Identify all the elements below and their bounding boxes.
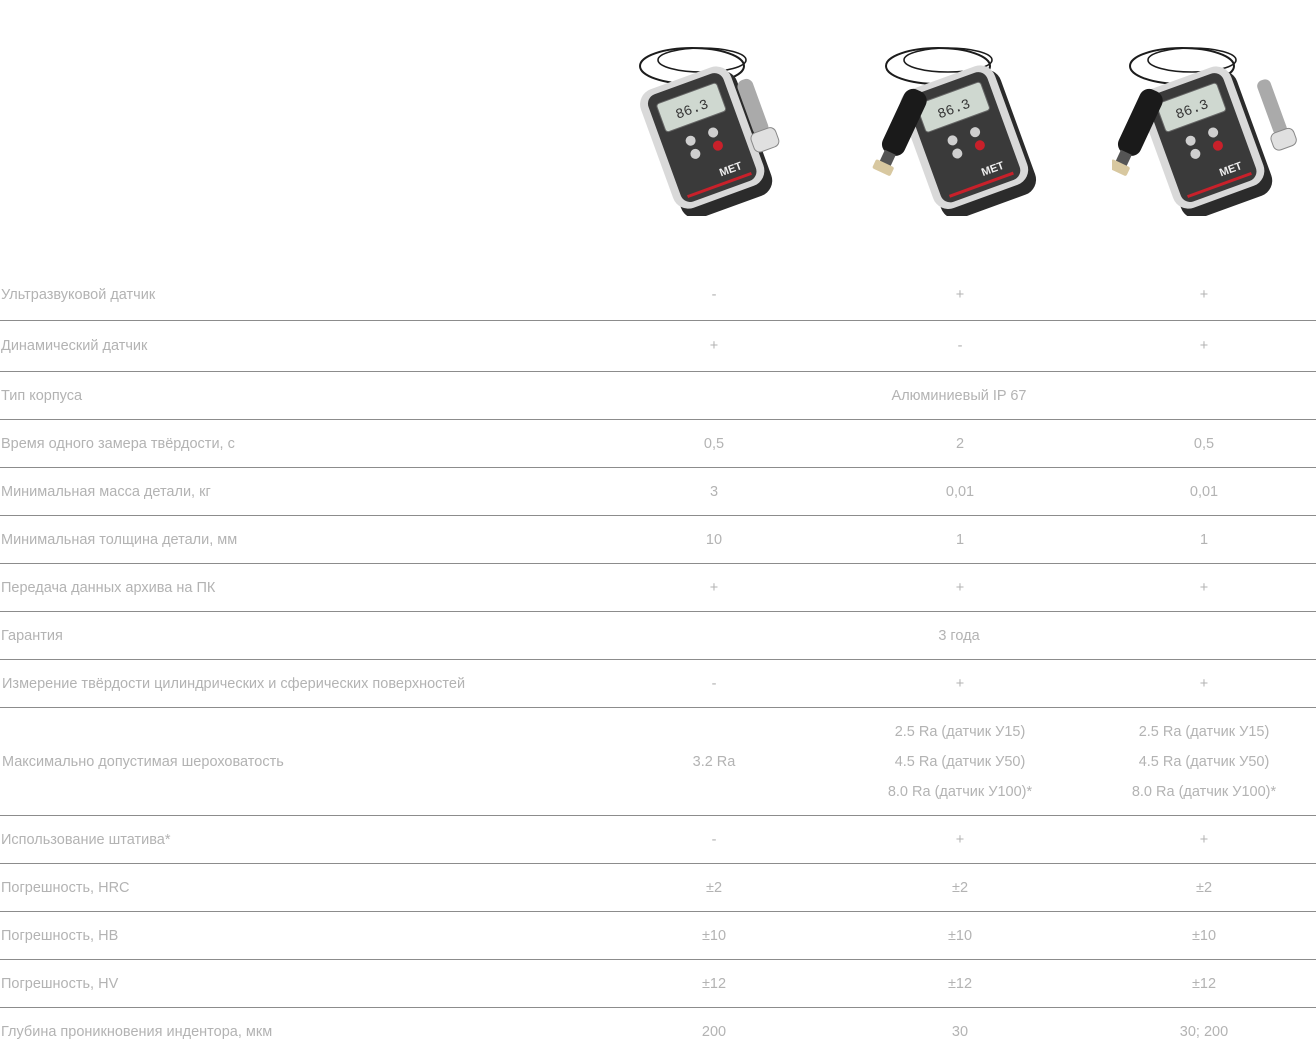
roughness-line: 4.5 Ra (датчик У50) — [894, 753, 1026, 770]
row-label: Глубина проникновения индентора, мкм — [1, 1024, 273, 1040]
row-label: Минимальная масса детали, кг — [1, 483, 211, 500]
row-label: Передача данных архива на ПК — [1, 579, 216, 596]
value-col-3: + — [1199, 338, 1209, 354]
row-label: Погрешность, HV — [1, 975, 119, 992]
hardness-tester-image-1: 86.3 MET — [622, 36, 812, 216]
value-col-3: 2.5 Ra (датчик У15) 4.5 Ra (датчик У50) … — [1084, 708, 1316, 815]
value-all-columns: Алюминиевый IP 67 — [891, 387, 1027, 404]
table-row-max-roughness: Максимально допустимая шероховатость 3.2… — [0, 708, 1316, 816]
table-row-housing-type: Тип корпуса Алюминиевый IP 67 — [0, 372, 1316, 420]
product-images: 86.3 MET 86.3 MET 86.3 MET — [0, 0, 1316, 270]
value-col-1: 3 — [709, 483, 719, 500]
row-label: Время одного замера твёрдости, с — [1, 435, 235, 452]
value-col-2: 0,01 — [945, 483, 975, 500]
value-col-3: + — [1199, 287, 1209, 303]
row-label: Максимально допустимая шероховатость — [2, 753, 284, 770]
value-col-3: ±10 — [1191, 927, 1217, 944]
row-label: Измерение твёрдости цилиндрических и сфе… — [2, 675, 466, 692]
table-row-min-mass: Минимальная масса детали, кг 3 0,01 0,01 — [0, 468, 1316, 516]
roughness-line: 8.0 Ra (датчик У100)* — [887, 783, 1033, 800]
table-row-error-hv: Погрешность, HV ±12 ±12 ±12 — [0, 960, 1316, 1008]
value-col-2: + — [955, 287, 965, 303]
table-row-curved-surfaces: Измерение твёрдости цилиндрических и сфе… — [0, 660, 1316, 708]
roughness-line: 8.0 Ra (датчик У100)* — [1131, 783, 1277, 800]
value-col-2: - — [957, 338, 963, 354]
table-row-tripod-use: Использование штатива* - + + — [0, 816, 1316, 864]
table-row-error-hb: Погрешность, HB ±10 ±10 ±10 — [0, 912, 1316, 960]
device-combined-probes-picture: 86.3 MET — [1112, 47, 1297, 216]
row-label: Ультразвуковой датчик — [1, 287, 156, 303]
value-col-2: ±2 — [951, 879, 969, 896]
value-col-3: + — [1199, 579, 1209, 596]
value-col-1: + — [709, 338, 719, 354]
row-label: Погрешность, HRC — [1, 879, 130, 896]
value-col-1: + — [709, 579, 719, 596]
value-col-2: + — [955, 675, 965, 692]
hardness-tester-image-3: 86.3 MET — [1112, 36, 1302, 216]
value-col-3: ±12 — [1191, 975, 1217, 992]
table-row-pc-transfer: Передача данных архива на ПК + + + — [0, 564, 1316, 612]
value-col-3: 1 — [1199, 531, 1209, 548]
value-col-1: - — [711, 831, 717, 848]
value-col-1: ±12 — [701, 975, 727, 992]
row-label: Динамический датчик — [1, 338, 148, 354]
value-col-2: ±12 — [947, 975, 973, 992]
table-row-error-hrc: Погрешность, HRC ±2 ±2 ±2 — [0, 864, 1316, 912]
specifications-table: Ультразвуковой датчик - + + Динамический… — [0, 270, 1316, 1056]
value-col-3: + — [1199, 831, 1209, 848]
roughness-line: 2.5 Ra (датчик У15) — [1138, 723, 1270, 740]
row-label: Гарантия — [1, 627, 63, 644]
roughness-line: 2.5 Ra (датчик У15) — [894, 723, 1026, 740]
value-col-1: ±2 — [705, 879, 723, 896]
value-col-2: 1 — [955, 531, 965, 548]
value-col-1: - — [711, 287, 717, 303]
roughness-line: 3.2 Ra — [692, 753, 736, 770]
device-ultrasonic-probe-picture: 86.3 MET — [872, 47, 1037, 216]
roughness-line: 4.5 Ra (датчик У50) — [1138, 753, 1270, 770]
value-col-3: 30; 200 — [1179, 1024, 1229, 1040]
value-col-3: 0,01 — [1189, 483, 1219, 500]
value-col-2: 2 — [955, 435, 965, 452]
hardness-tester-image-2: 86.3 MET — [868, 36, 1058, 216]
value-col-1: - — [711, 675, 717, 692]
row-label: Погрешность, HB — [1, 927, 119, 944]
value-col-2: + — [955, 579, 965, 596]
device-dynamic-probe-picture: 86.3 MET — [639, 47, 780, 216]
table-row-min-thickness: Минимальная толщина детали, мм 10 1 1 — [0, 516, 1316, 564]
table-row-warranty: Гарантия 3 года — [0, 612, 1316, 660]
value-col-1: 0,5 — [703, 435, 725, 452]
value-all-columns: 3 года — [938, 627, 980, 644]
value-col-1: ±10 — [701, 927, 727, 944]
value-col-2: ±10 — [947, 927, 973, 944]
table-row-dynamic-sensor: Динамический датчик + - + — [0, 321, 1316, 372]
value-col-1: 3.2 Ra — [594, 708, 834, 815]
value-col-2: 2.5 Ra (датчик У15) 4.5 Ra (датчик У50) … — [840, 708, 1080, 815]
row-label: Использование штатива* — [1, 831, 171, 848]
value-col-3: 0,5 — [1193, 435, 1215, 452]
value-col-2: 30 — [951, 1024, 969, 1040]
table-row-ultrasonic-sensor: Ультразвуковой датчик - + + — [0, 270, 1316, 321]
value-col-1: 200 — [701, 1024, 727, 1040]
value-col-3: + — [1199, 675, 1209, 692]
table-row-indentation-depth: Глубина проникновения индентора, мкм 200… — [0, 1008, 1316, 1056]
value-col-3: ±2 — [1195, 879, 1213, 896]
value-col-2: + — [955, 831, 965, 848]
table-row-measurement-time: Время одного замера твёрдости, с 0,5 2 0… — [0, 420, 1316, 468]
value-col-1: 10 — [705, 531, 723, 548]
row-label: Минимальная толщина детали, мм — [1, 531, 238, 548]
row-label: Тип корпуса — [1, 387, 83, 404]
